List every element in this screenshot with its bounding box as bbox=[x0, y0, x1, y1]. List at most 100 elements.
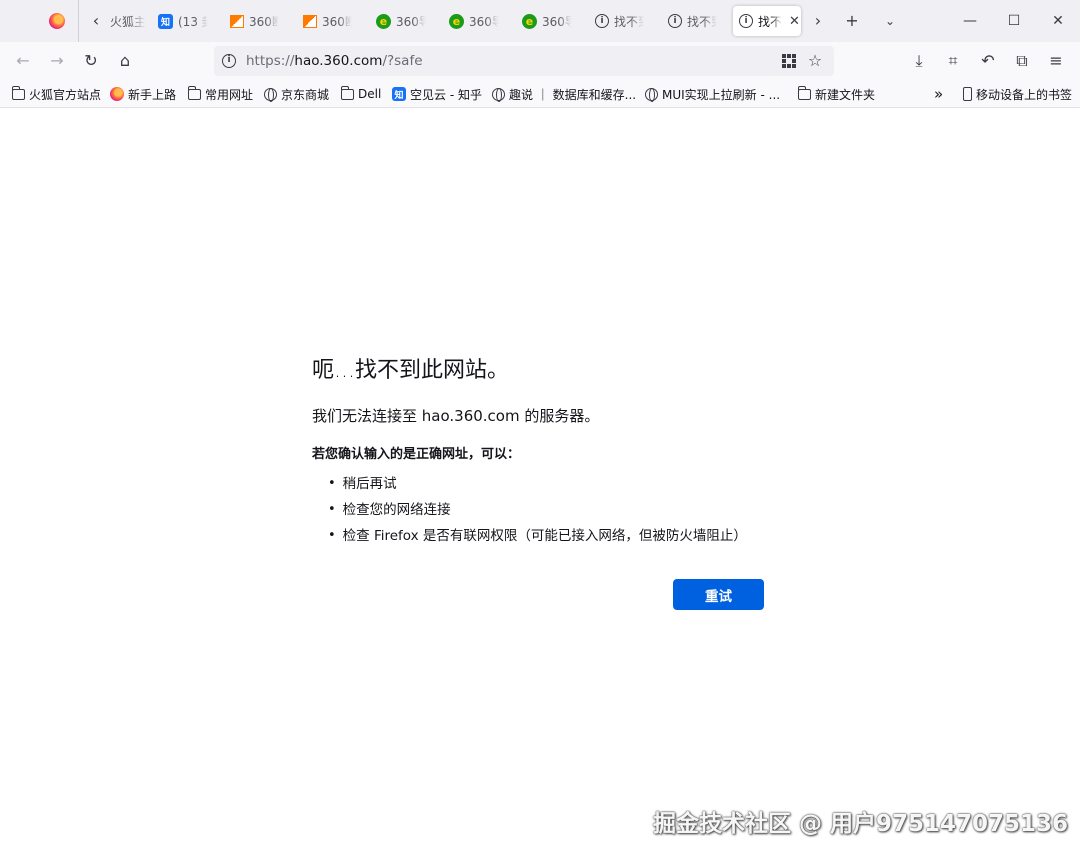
new-tab-icon[interactable]: + bbox=[840, 9, 864, 33]
tab-4[interactable]: 360断 bbox=[297, 6, 367, 36]
tab-3[interactable]: 360断 bbox=[224, 6, 294, 36]
list-item: • 检查 Firefox 是否有联网权限（可能已接入网络，但被防火墙阻止） bbox=[328, 526, 747, 552]
tab-label: 360断 bbox=[322, 14, 352, 29]
tab-label: 360导 bbox=[469, 14, 499, 29]
mobile-bookmarks-label: 移动设备上的书签 bbox=[976, 87, 1073, 102]
tab-label: 360断 bbox=[249, 14, 279, 29]
tab-label: 找不 bbox=[758, 14, 782, 29]
url-bar[interactable]: i https://hao.360.com/?safe ☆ bbox=[214, 46, 834, 76]
bookmark-star-icon[interactable]: ☆ bbox=[806, 52, 824, 70]
360-nav-icon: e bbox=[449, 13, 464, 29]
tab-separator bbox=[78, 0, 79, 42]
bookmark-item[interactable]: 知 空见云 - 知乎 bbox=[392, 85, 482, 103]
suggestion-text: 检查 Firefox 是否有联网权限（可能已接入网络，但被防火墙阻止） bbox=[342, 528, 747, 544]
tab-label: 找不到 bbox=[614, 14, 644, 29]
zhihu-icon: 知 bbox=[392, 87, 406, 101]
globe-icon bbox=[264, 87, 277, 102]
tab-1[interactable]: 火狐主 bbox=[104, 6, 152, 36]
tab-label: 360导 bbox=[396, 14, 426, 29]
bookmark-label: 空见云 - 知乎 bbox=[410, 87, 482, 102]
list-item: • 稍后再试 bbox=[328, 474, 747, 500]
tab-strip: ‹ 火狐主 知 (13 封 360断 360断 e 360导 e 360导 e … bbox=[0, 0, 1080, 42]
bookmark-label: 趣说 ｜ 数据库和缓存... bbox=[509, 87, 637, 102]
tab-9[interactable]: i 找不到 bbox=[662, 6, 732, 36]
360-nav-icon: e bbox=[376, 13, 391, 29]
bookmark-item[interactable]: 趣说 ｜ 数据库和缓存... bbox=[492, 85, 636, 103]
close-window-icon[interactable]: ✕ bbox=[1045, 8, 1071, 34]
info-icon: i bbox=[739, 14, 753, 28]
extensions-icon[interactable]: ⧉ bbox=[1009, 48, 1035, 74]
bookmarks-toolbar: 火狐官方站点 新手上路 常用网址 京东商城 Dell 知 空见云 - 知乎 趣说… bbox=[0, 80, 1080, 108]
bookmark-item[interactable]: 京东商城 bbox=[264, 85, 329, 103]
suggestion-list: • 稍后再试 • 检查您的网络连接 • 检查 Firefox 是否有联网权限（可能已接… bbox=[328, 474, 747, 552]
bookmark-label: MUI实现上拉刷新 - ... bbox=[662, 87, 781, 102]
info-icon: i bbox=[595, 14, 609, 28]
watermark: 掘金技术社区 @ 用户975147075136 bbox=[653, 811, 1069, 837]
tab-label: (13 封 bbox=[178, 14, 208, 29]
downloads-icon[interactable]: ⤓ bbox=[906, 48, 932, 74]
list-item: • 检查您的网络连接 bbox=[328, 500, 747, 526]
screenshot-crop-icon[interactable]: ⌗ bbox=[940, 48, 966, 74]
tab-8[interactable]: i 找不到 bbox=[589, 6, 659, 36]
folder-icon bbox=[797, 85, 811, 100]
bookmark-item[interactable]: Dell bbox=[340, 85, 382, 103]
undo-icon[interactable]: ↶ bbox=[975, 48, 1001, 74]
mobile-bookmarks[interactable]: 移动设备上的书签 bbox=[963, 85, 1072, 103]
bookmark-item[interactable]: 新建文件夹 bbox=[797, 85, 876, 103]
pinned-tab-firefox[interactable] bbox=[38, 6, 76, 36]
bookmark-item[interactable]: 常用网址 bbox=[187, 85, 254, 103]
maximize-icon[interactable]: ☐ bbox=[1001, 8, 1027, 34]
bookmark-label: 新手上路 bbox=[128, 87, 177, 102]
menu-icon[interactable]: ≡ bbox=[1043, 48, 1069, 74]
suggestion-text: 稍后再试 bbox=[342, 476, 397, 492]
360-flag-icon bbox=[303, 14, 317, 28]
bookmark-label: 常用网址 bbox=[205, 87, 254, 102]
error-hint: 若您确认输入的是正确网址，可以： bbox=[312, 447, 521, 462]
folder-icon bbox=[11, 85, 25, 100]
suggestion-text: 检查您的网络连接 bbox=[342, 502, 451, 518]
url-host: hao.360.com bbox=[294, 53, 383, 69]
navigation-toolbar: ← → ↻ ⌂ i https://hao.360.com/?safe ☆ ⤓ … bbox=[0, 42, 1080, 80]
minimize-icon[interactable]: — bbox=[957, 8, 983, 34]
close-tab-icon[interactable]: ✕ bbox=[789, 14, 800, 29]
zhihu-icon: 知 bbox=[158, 13, 173, 29]
back-icon[interactable]: ← bbox=[10, 48, 36, 74]
bookmark-item[interactable]: 新手上路 bbox=[110, 85, 176, 103]
tab-5[interactable]: e 360导 bbox=[370, 6, 440, 36]
bookmarks-overflow-icon[interactable]: » bbox=[934, 85, 943, 103]
bookmark-label: 火狐官方站点 bbox=[29, 87, 102, 102]
folder-icon bbox=[340, 85, 354, 100]
tab-scroll-left-icon[interactable]: ‹ bbox=[86, 10, 106, 32]
url-prefix: https:// bbox=[246, 53, 295, 69]
forward-icon[interactable]: → bbox=[44, 48, 70, 74]
360-nav-icon: e bbox=[522, 13, 537, 29]
tab-6[interactable]: e 360导 bbox=[443, 6, 513, 36]
qr-code-icon[interactable] bbox=[780, 52, 798, 70]
bullet-icon: • bbox=[328, 502, 336, 517]
tab-label: 找不到 bbox=[687, 14, 717, 29]
bookmark-item[interactable]: 火狐官方站点 bbox=[11, 85, 102, 103]
folder-icon bbox=[187, 85, 201, 100]
tab-label: 火狐主 bbox=[110, 14, 146, 29]
bookmark-label: Dell bbox=[358, 87, 382, 101]
tab-scroll-right-icon[interactable]: › bbox=[808, 10, 828, 32]
bullet-icon: • bbox=[328, 476, 336, 491]
tab-7[interactable]: e 360导 bbox=[516, 6, 586, 36]
globe-icon bbox=[492, 87, 505, 102]
globe-icon bbox=[645, 87, 658, 102]
tab-2[interactable]: 知 (13 封 bbox=[152, 6, 222, 36]
tab-active[interactable]: i 找不 ✕ bbox=[733, 6, 801, 36]
firefox-icon bbox=[49, 13, 65, 29]
site-info-icon[interactable]: i bbox=[222, 54, 236, 68]
retry-button[interactable]: 重试 bbox=[673, 579, 764, 610]
error-title: 呃...找不到此网站。 bbox=[312, 358, 509, 383]
bookmark-label: 京东商城 bbox=[281, 87, 330, 102]
home-icon[interactable]: ⌂ bbox=[112, 48, 138, 74]
bookmark-item[interactable]: MUI实现上拉刷新 - ... bbox=[645, 85, 780, 103]
360-flag-icon bbox=[230, 14, 244, 28]
reload-icon[interactable]: ↻ bbox=[78, 48, 104, 74]
url-suffix: /?safe bbox=[382, 53, 423, 69]
bookmark-label: 新建文件夹 bbox=[815, 87, 876, 102]
url-text[interactable]: https://hao.360.com/?safe bbox=[246, 53, 423, 69]
list-all-tabs-icon[interactable]: ⌄ bbox=[878, 9, 902, 33]
